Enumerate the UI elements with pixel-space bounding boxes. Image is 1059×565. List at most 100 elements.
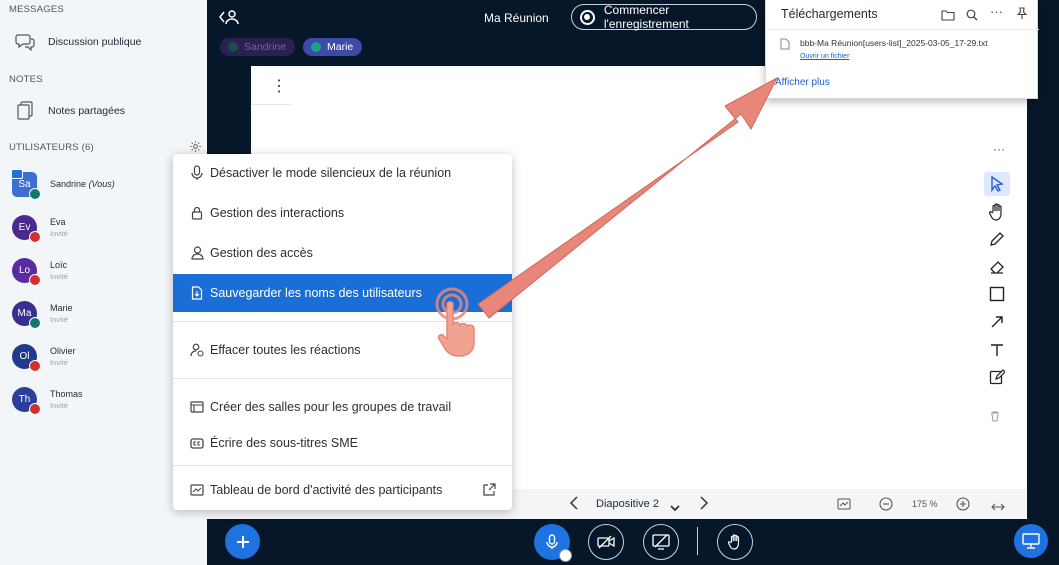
downloaded-file-name: bbb-Ma Réunion[users-list]_2025-03-05_17… bbox=[800, 38, 988, 48]
chevron-down-icon[interactable] bbox=[670, 500, 680, 518]
external-link-icon bbox=[483, 483, 496, 499]
zoom-in-icon[interactable] bbox=[956, 497, 970, 516]
dashboard-icon bbox=[189, 482, 205, 498]
avatar-initials: Sa bbox=[18, 179, 31, 190]
breakout-rooms-icon bbox=[189, 399, 205, 415]
user-name: Thomas bbox=[50, 388, 83, 399]
start-recording-button[interactable]: Commencer l'enregistrement bbox=[571, 3, 757, 31]
folder-icon[interactable] bbox=[941, 8, 955, 26]
leave-users-panel-icon[interactable] bbox=[219, 9, 239, 30]
user-role: Invité bbox=[50, 228, 68, 238]
talker-name: Marie bbox=[327, 41, 354, 53]
public-chat-item[interactable]: Discussion publique bbox=[14, 31, 141, 53]
audio-options-icon[interactable] bbox=[559, 549, 572, 562]
select-tool-icon[interactable] bbox=[984, 172, 1010, 196]
avatar: Th bbox=[12, 387, 41, 415]
pencil-icon[interactable] bbox=[984, 227, 1010, 251]
menu-item-activity-dashboard[interactable]: Tableau de bord d'activité des participa… bbox=[173, 471, 512, 509]
presentation-options-icon[interactable]: ⋮ bbox=[271, 76, 287, 96]
menu-item-breakout-rooms[interactable]: Créer des salles pour les groupes de tra… bbox=[173, 388, 512, 426]
tap-hand-icon bbox=[434, 286, 484, 368]
fit-width-icon[interactable] bbox=[991, 499, 1005, 517]
downloads-title: Téléchargements bbox=[781, 7, 878, 21]
user-name-block: Loïc Invité bbox=[50, 260, 68, 282]
menu-item-label: Tableau de bord d'activité des participa… bbox=[210, 483, 443, 497]
open-file-link[interactable]: Ouvrir un fichier bbox=[800, 53, 849, 60]
user-name-block: Marie Invité bbox=[50, 303, 73, 325]
mic-icon bbox=[228, 42, 238, 52]
user-role: Invité bbox=[50, 400, 68, 410]
next-slide-icon[interactable] bbox=[699, 496, 709, 515]
user-row[interactable]: Ev Eva Invité bbox=[12, 215, 68, 243]
menu-item-label: Gestion des accès bbox=[210, 246, 313, 260]
toolbar-more-icon[interactable]: ··· bbox=[988, 140, 1010, 158]
user-name-block: Olivier Invité bbox=[50, 346, 76, 368]
search-icon[interactable] bbox=[966, 8, 978, 26]
menu-item-unmute-meeting[interactable]: Désactiver le mode silencieux de la réun… bbox=[173, 154, 512, 192]
user-you-suffix: (Vous) bbox=[88, 179, 115, 189]
record-label: Commencer l'enregistrement bbox=[603, 3, 689, 31]
previous-slide-icon[interactable] bbox=[569, 496, 579, 515]
menu-item-label: Gestion des interactions bbox=[210, 206, 345, 220]
presenter-icon bbox=[11, 169, 23, 179]
mic-icon bbox=[311, 42, 321, 52]
analytics-icon[interactable] bbox=[837, 497, 851, 515]
rectangle-icon[interactable] bbox=[984, 282, 1010, 306]
actions-plus-button[interactable] bbox=[225, 524, 260, 559]
shared-notes-item[interactable]: Notes partagées bbox=[14, 100, 125, 122]
trash-icon[interactable] bbox=[990, 409, 1000, 427]
presentation-toggle-button[interactable] bbox=[1014, 524, 1048, 558]
slide-selector[interactable]: Diapositive 2 bbox=[596, 498, 659, 510]
divider bbox=[251, 104, 291, 105]
pin-icon[interactable] bbox=[1016, 7, 1028, 25]
screenshare-off-button[interactable] bbox=[643, 524, 679, 560]
user-name: Marie bbox=[50, 302, 73, 313]
zoom-out-icon[interactable] bbox=[879, 497, 893, 516]
menu-divider bbox=[173, 378, 512, 379]
mic-muted-icon bbox=[29, 403, 41, 415]
menu-item-captions[interactable]: Écrire des sous-titres SME bbox=[173, 424, 512, 462]
pan-hand-icon[interactable] bbox=[984, 200, 1010, 224]
mic-muted-icon bbox=[29, 231, 41, 243]
user-name: Sandrine bbox=[50, 179, 87, 189]
raise-hand-button[interactable] bbox=[717, 524, 753, 560]
avatar: Ol bbox=[12, 344, 41, 372]
eraser-icon[interactable] bbox=[984, 255, 1010, 279]
avatar-initials: Ev bbox=[18, 222, 31, 233]
mic-on-icon bbox=[29, 188, 41, 200]
gear-icon[interactable] bbox=[189, 140, 202, 153]
arrow-tool-icon[interactable] bbox=[984, 310, 1010, 334]
user-row[interactable]: Lo Loïc Invité bbox=[12, 258, 68, 286]
user-row[interactable]: Ol Olivier Invité bbox=[12, 344, 76, 372]
microphone-button[interactable] bbox=[534, 524, 572, 562]
show-more-link[interactable]: Afficher plus bbox=[775, 77, 830, 88]
user-row[interactable]: Th Thomas Invité bbox=[12, 387, 83, 415]
user-name-block: Sandrine (Vous) bbox=[50, 179, 115, 190]
user-icon bbox=[189, 245, 205, 261]
user-row[interactable]: Ma Marie Invité bbox=[12, 301, 73, 329]
notes-icon bbox=[14, 100, 36, 122]
menu-item-interactions[interactable]: Gestion des interactions bbox=[173, 194, 512, 232]
divider bbox=[697, 527, 698, 555]
public-chat-label: Discussion publique bbox=[48, 36, 142, 48]
menu-item-label: Désactiver le mode silencieux de la réun… bbox=[210, 166, 452, 180]
avatar-initials: Ma bbox=[17, 308, 32, 319]
closed-captions-icon bbox=[189, 435, 205, 451]
user-name-block: Thomas Invité bbox=[50, 389, 83, 411]
menu-item-access[interactable]: Gestion des accès bbox=[173, 234, 512, 272]
lock-icon bbox=[189, 205, 205, 221]
camera-off-button[interactable] bbox=[588, 524, 624, 560]
user-row[interactable]: Sa Sandrine (Vous) bbox=[12, 172, 115, 200]
mic-muted-icon bbox=[29, 274, 41, 286]
avatar-initials: Th bbox=[18, 394, 31, 405]
note-edit-icon[interactable] bbox=[984, 365, 1010, 389]
menu-item-label: Sauvegarder les noms des utilisateurs bbox=[210, 286, 422, 300]
avatar: Lo bbox=[12, 258, 41, 286]
avatar-initials: Lo bbox=[18, 265, 31, 276]
user-name: Loïc bbox=[50, 259, 68, 270]
record-icon bbox=[580, 9, 595, 25]
more-options-icon[interactable]: ··· bbox=[990, 4, 1003, 19]
text-tool-icon[interactable] bbox=[984, 338, 1010, 362]
menu-item-label: Écrire des sous-titres SME bbox=[210, 436, 358, 450]
bottom-action-bar bbox=[207, 519, 1059, 565]
